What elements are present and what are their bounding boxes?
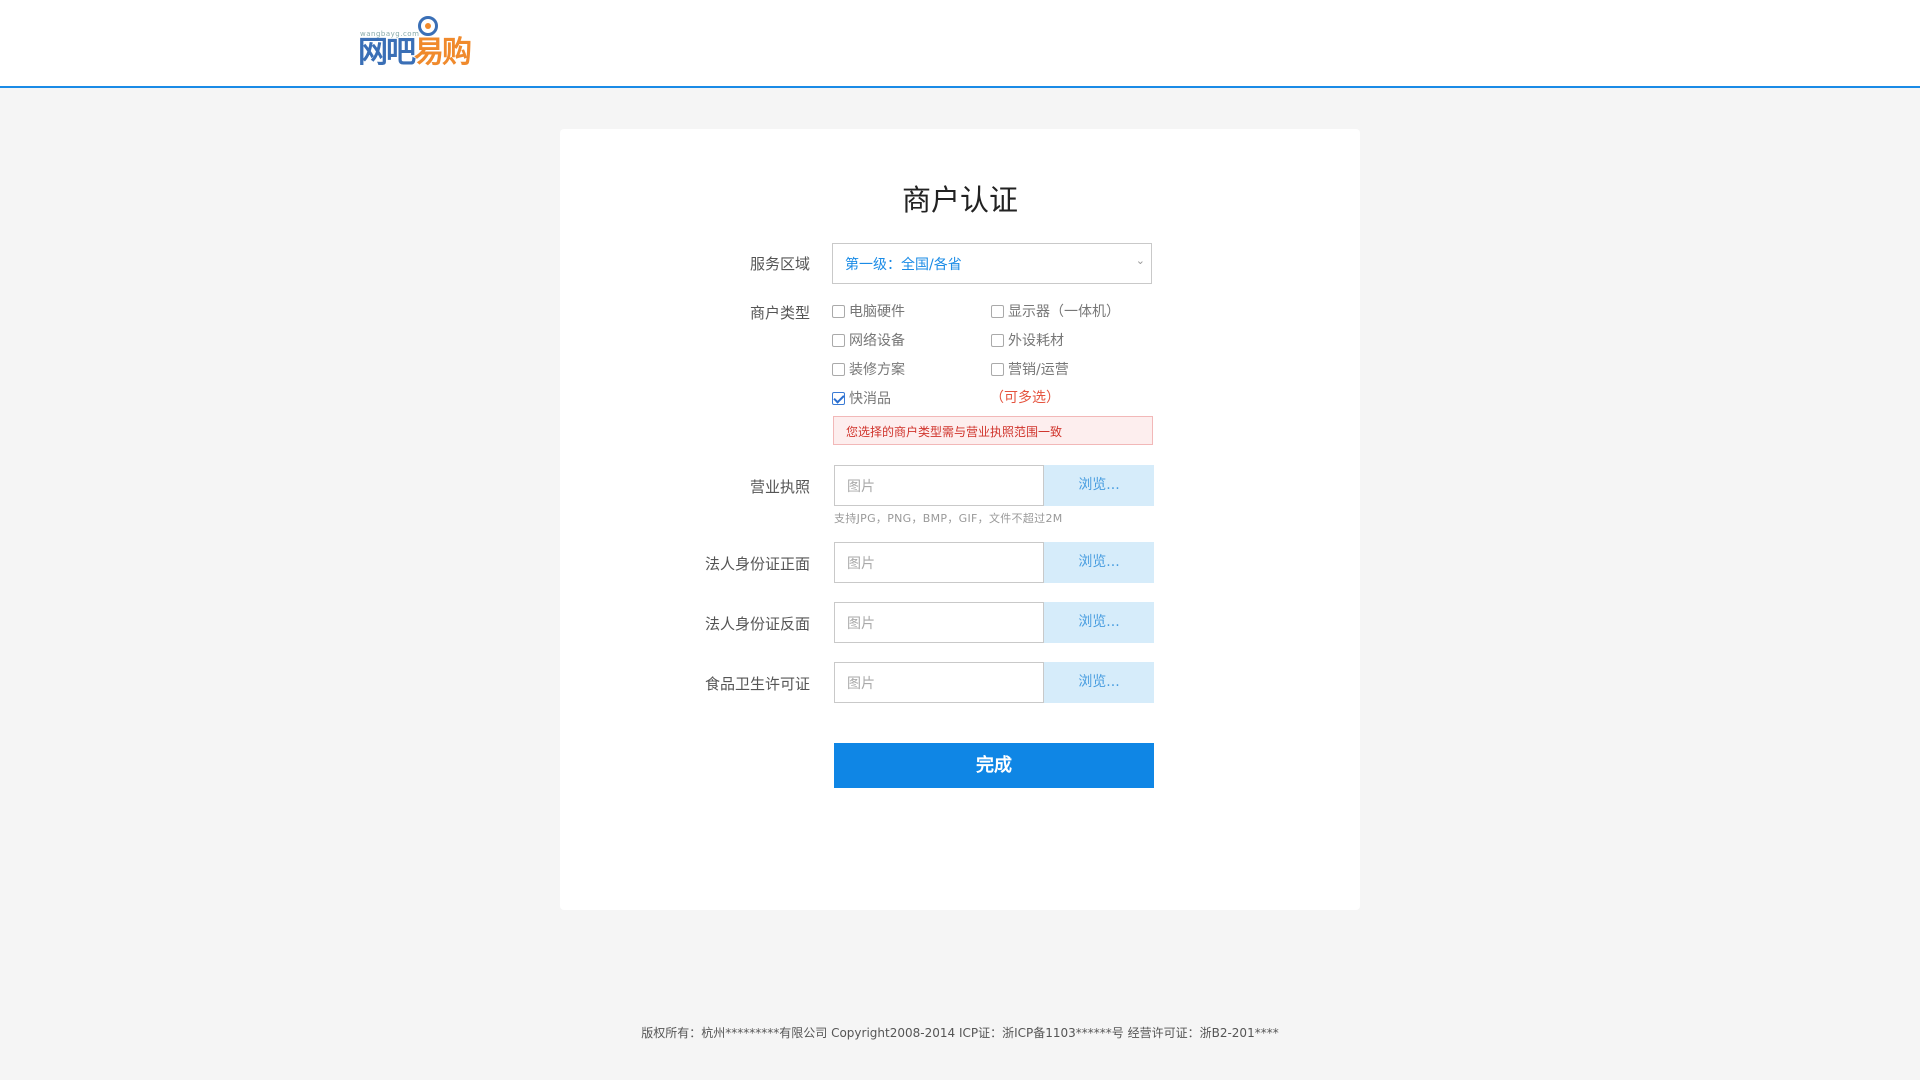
- checkbox-computer-hardware[interactable]: 电脑硬件: [832, 301, 905, 321]
- upload-field[interactable]: 图片: [834, 662, 1044, 703]
- checkbox-box[interactable]: [832, 362, 845, 376]
- upload-field[interactable]: 图片: [834, 602, 1044, 643]
- browse-button[interactable]: 浏览...: [1044, 662, 1154, 703]
- chevron-down-icon: ⌄: [1135, 254, 1145, 267]
- checkbox-decoration[interactable]: 装修方案: [832, 359, 905, 379]
- upload-business-license: 图片 浏览...: [834, 465, 1154, 506]
- browse-button[interactable]: 浏览...: [1044, 465, 1154, 506]
- checkbox-fmcg[interactable]: 快消品: [832, 388, 891, 408]
- upload-id-back: 图片 浏览...: [834, 602, 1154, 643]
- upload-hint: 支持JPG，PNG，BMP，GIF，文件不超过2M: [834, 512, 1063, 525]
- logo-wordmark: 网吧易购: [358, 35, 472, 70]
- merchant-auth-card: 商户认证 服务区域 第一级：全国/各省 ⌄ 商户类型 电脑硬件 显示器（一体机）…: [560, 129, 1360, 910]
- footer-copyright: 版权所有：杭州*********有限公司 Copyright2008-2014 …: [641, 1026, 1279, 1040]
- checkbox-marketing[interactable]: 营销/运营: [991, 359, 1069, 379]
- checkbox-box[interactable]: [991, 304, 1004, 318]
- upload-label-business-license: 营业执照: [749, 478, 810, 496]
- service-area-select[interactable]: 第一级：全国/各省 ⌄: [832, 243, 1152, 284]
- upload-field[interactable]: 图片: [834, 465, 1044, 506]
- checkbox-box[interactable]: [832, 304, 845, 318]
- submit-button[interactable]: 完成: [834, 743, 1154, 788]
- browse-button[interactable]: 浏览...: [1044, 602, 1154, 643]
- browse-button[interactable]: 浏览...: [1044, 542, 1154, 583]
- site-logo[interactable]: wangbayg.com 网吧易购: [358, 16, 478, 72]
- upload-label-food-license: 食品卫生许可证: [704, 675, 810, 693]
- merchant-type-label: 商户类型: [749, 304, 810, 322]
- service-area-value: 第一级：全国/各省: [845, 257, 962, 273]
- checkbox-box[interactable]: [991, 333, 1004, 347]
- multi-select-note: （可多选）: [990, 390, 1060, 406]
- page-title: 商户认证: [901, 183, 1018, 217]
- upload-food-license: 图片 浏览...: [834, 662, 1154, 703]
- checkbox-display[interactable]: 显示器（一体机）: [991, 301, 1120, 321]
- top-header: wangbayg.com 网吧易购: [0, 0, 1920, 88]
- upload-label-id-back: 法人身份证反面: [704, 615, 810, 633]
- upload-id-front: 图片 浏览...: [834, 542, 1154, 583]
- checkbox-peripherals[interactable]: 外设耗材: [991, 330, 1064, 350]
- checkbox-box-checked[interactable]: [832, 391, 845, 405]
- upload-field[interactable]: 图片: [834, 542, 1044, 583]
- logo-mark-icon: [418, 16, 438, 36]
- upload-label-id-front: 法人身份证正面: [704, 555, 810, 573]
- merchant-type-warning: 您选择的商户类型需与营业执照范围一致: [833, 416, 1153, 445]
- checkbox-box[interactable]: [991, 362, 1004, 376]
- checkbox-network-equipment[interactable]: 网络设备: [832, 330, 905, 350]
- checkbox-box[interactable]: [832, 333, 845, 347]
- service-area-label: 服务区域: [749, 255, 810, 273]
